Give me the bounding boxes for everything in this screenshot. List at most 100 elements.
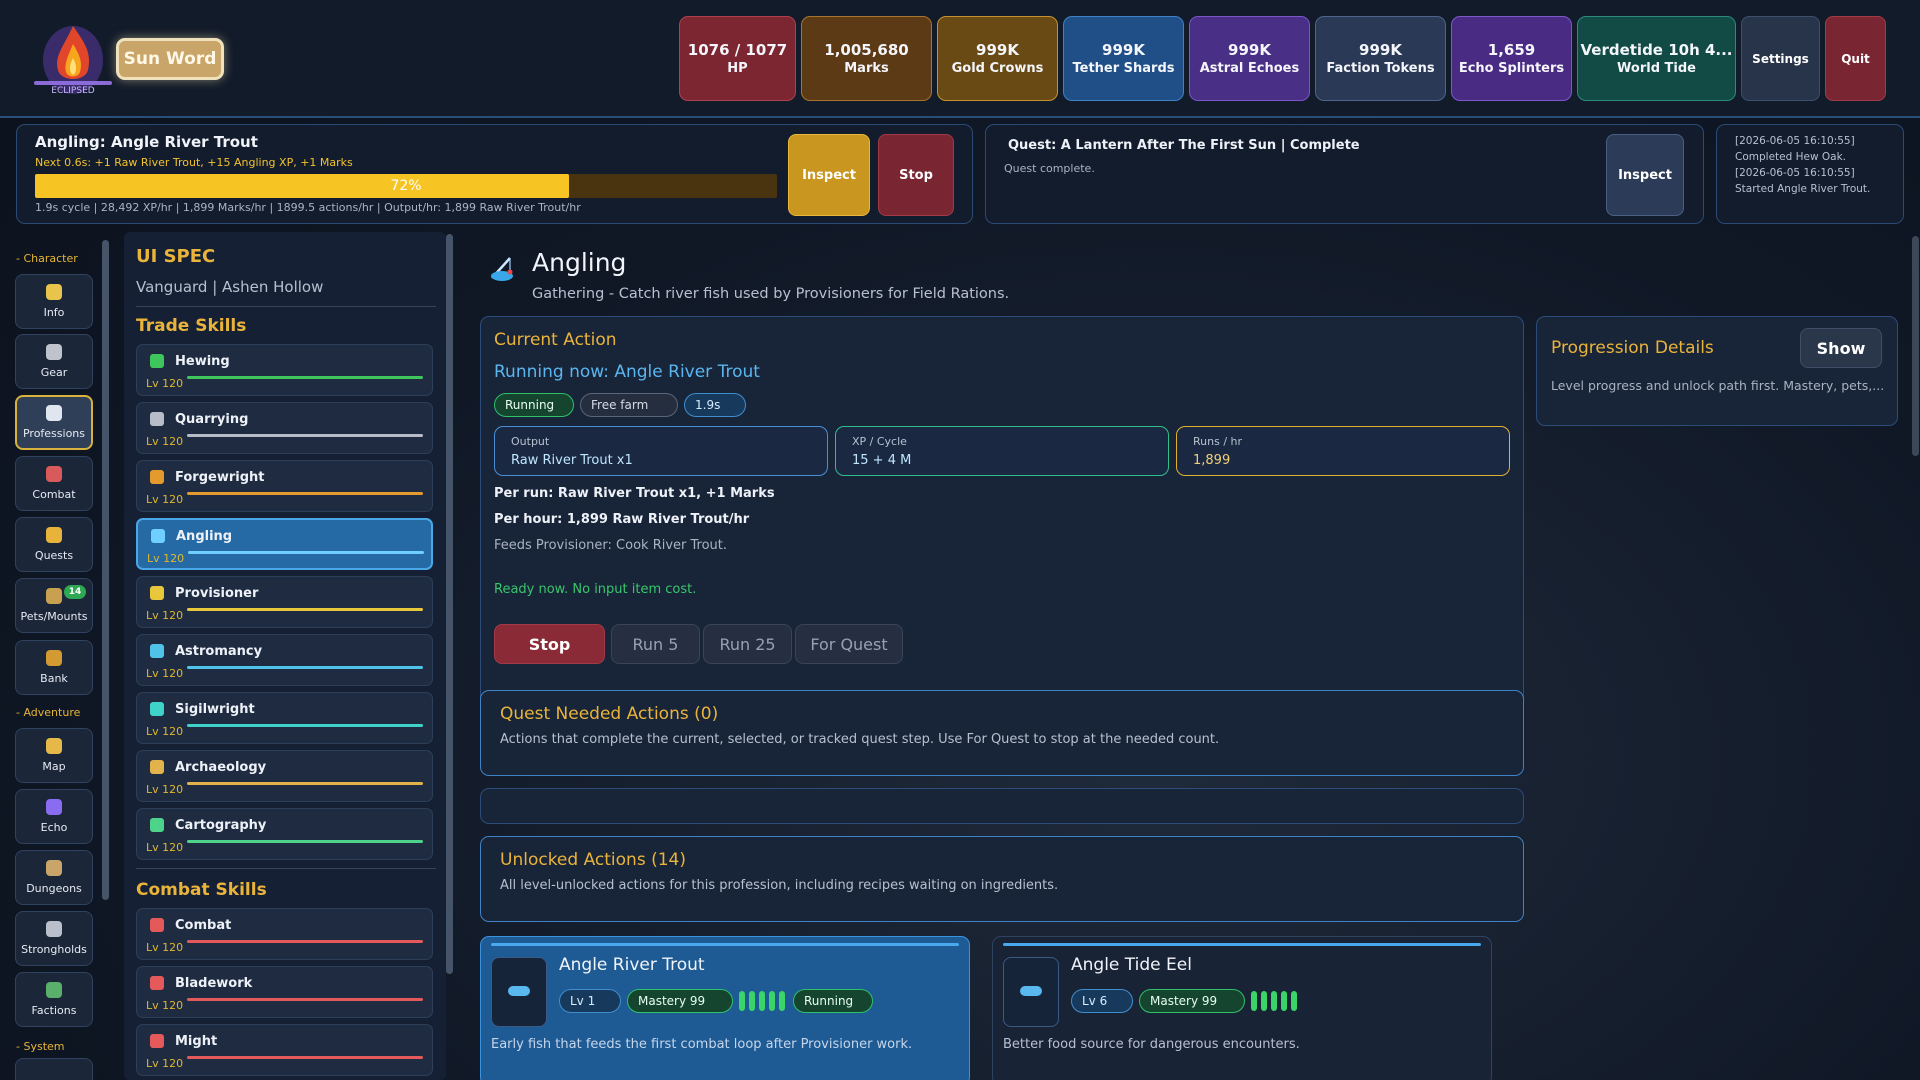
- skill-level: Lv 120: [146, 667, 184, 680]
- stat-gold-crowns[interactable]: 999K Gold Crowns: [937, 16, 1058, 101]
- nav-header-character: - Character: [16, 252, 78, 265]
- flame-caption: ECLIPSED: [51, 86, 95, 96]
- skill-forgewright[interactable]: Forgewright Lv 120: [136, 460, 433, 512]
- skill-quarrying[interactable]: Quarrying Lv 120: [136, 402, 433, 454]
- gear-icon: [46, 344, 62, 360]
- skill-name: Hewing: [175, 354, 230, 369]
- skill-combat[interactable]: Combat Lv 120: [136, 908, 433, 960]
- action-card[interactable]: Angle Tide Eel Lv 6 Mastery 99 Better food …: [992, 936, 1492, 1080]
- mastery-pip: [769, 991, 775, 1011]
- runs-hr-value: 1,899: [1193, 453, 1231, 468]
- stop-button[interactable]: Stop: [494, 624, 605, 664]
- skill-sigilwright[interactable]: Sigilwright Lv 120: [136, 692, 433, 744]
- skill-progress-bar: [187, 492, 423, 495]
- skill-level: Lv 120: [146, 1057, 184, 1070]
- mastery-pip: [759, 991, 765, 1011]
- nav-item-info[interactable]: Info: [15, 274, 93, 329]
- run-25-button[interactable]: Run 25: [703, 624, 792, 664]
- nav-item-bank[interactable]: Bank: [15, 640, 93, 695]
- crossed-swords-icon: [150, 918, 164, 932]
- for-quest-button[interactable]: For Quest: [795, 624, 903, 664]
- stat-marks[interactable]: 1,005,680 Marks: [801, 16, 932, 101]
- stat-label: Gold Crowns: [951, 61, 1044, 76]
- skill-provisioner[interactable]: Provisioner Lv 120: [136, 576, 433, 628]
- xp-cycle-label: XP / Cycle: [852, 435, 907, 448]
- mastery-pip: [749, 991, 755, 1011]
- skill-name: Bladework: [175, 976, 253, 991]
- nav-item-echo[interactable]: Echo: [15, 789, 93, 844]
- profession-subtitle: Gathering - Catch river fish used by Pro…: [532, 286, 1010, 302]
- stat-world-tide[interactable]: Verdetide 10h 4... World Tide: [1577, 16, 1736, 101]
- stat-echo-splinters[interactable]: 1,659 Echo Splinters: [1451, 16, 1572, 101]
- scroll-icon: [46, 527, 62, 543]
- quit-button[interactable]: Quit: [1825, 16, 1886, 101]
- stat-tether-shards[interactable]: 999K Tether Shards: [1063, 16, 1184, 101]
- nav-item-pets-mounts[interactable]: Pets/Mounts 14: [15, 578, 93, 633]
- skill-bladework[interactable]: Bladework Lv 120: [136, 966, 433, 1018]
- nav-item-label: Bank: [40, 672, 68, 685]
- progression-show-button[interactable]: Show: [1800, 328, 1882, 368]
- skill-progress-bar: [187, 840, 423, 843]
- activity-stop-button[interactable]: Stop: [878, 134, 954, 216]
- skill-name: Quarrying: [175, 412, 249, 427]
- stat-value: Verdetide 10h 4...: [1580, 41, 1733, 59]
- quest-inspect-button[interactable]: Inspect: [1606, 134, 1684, 216]
- nav-item-quests[interactable]: Quests: [15, 517, 93, 572]
- nav-scrollbar[interactable]: [102, 240, 109, 900]
- stat-hp[interactable]: 1076 / 1077 HP: [679, 16, 796, 101]
- progression-title: Progression Details: [1551, 338, 1714, 358]
- chest-icon: [46, 650, 62, 666]
- nav-item-strongholds[interactable]: Strongholds: [15, 911, 93, 966]
- action-card-accent: [1003, 943, 1481, 946]
- star-icon: [150, 644, 164, 658]
- skill-level: Lv 120: [146, 841, 184, 854]
- hammer-icon: [150, 470, 164, 484]
- nav-header-adventure: - Adventure: [16, 706, 81, 719]
- skill-level: Lv 120: [146, 725, 184, 738]
- quest-needed-text: Actions that complete the current, selec…: [500, 732, 1220, 747]
- stat-astral-echoes[interactable]: 999K Astral Echoes: [1189, 16, 1310, 101]
- skill-progress-bar: [187, 724, 423, 727]
- nav-item-factions[interactable]: Factions: [15, 972, 93, 1027]
- nav-item-gear[interactable]: Gear: [15, 334, 93, 389]
- skill-name: Provisioner: [175, 586, 259, 601]
- divider: [136, 306, 436, 307]
- sigil-icon: [150, 702, 164, 716]
- skill-cartography[interactable]: Cartography Lv 120: [136, 808, 433, 860]
- skill-might[interactable]: Might Lv 120: [136, 1024, 433, 1076]
- runs-hr-label: Runs / hr: [1193, 435, 1243, 448]
- stat-value: 999K: [1102, 41, 1145, 59]
- nav-system-item[interactable]: [15, 1058, 93, 1080]
- nav-item-label: Info: [43, 306, 65, 319]
- settings-button[interactable]: Settings: [1741, 16, 1820, 101]
- skill-level: Lv 120: [146, 941, 184, 954]
- nav-item-dungeons[interactable]: Dungeons: [15, 850, 93, 905]
- action-level-tag: Lv 6: [1071, 989, 1133, 1013]
- stat-value: 999K: [1359, 41, 1402, 59]
- stat-faction-tokens[interactable]: 999K Faction Tokens: [1315, 16, 1446, 101]
- fishing-rod-icon: [486, 252, 518, 284]
- action-name: Angle Tide Eel: [1071, 955, 1192, 975]
- sun-word-button[interactable]: Sun Word: [116, 38, 224, 80]
- main-scrollbar[interactable]: [1912, 236, 1919, 456]
- mastery-pip: [1271, 991, 1277, 1011]
- nav-item-label: Dungeons: [26, 882, 82, 895]
- action-card[interactable]: Angle River Trout Lv 1 Mastery 99 Running Ea…: [480, 936, 970, 1080]
- runs-hr-box: Runs / hr 1,899: [1176, 426, 1510, 476]
- skill-hewing[interactable]: Hewing Lv 120: [136, 344, 433, 396]
- mastery-pip: [779, 991, 785, 1011]
- nav-item-professions[interactable]: Professions: [15, 395, 93, 450]
- notification-badge: 14: [64, 585, 86, 599]
- skill-list-scrollbar[interactable]: [446, 234, 453, 974]
- mastery-pip: [1291, 991, 1297, 1011]
- nav-item-map[interactable]: Map: [15, 728, 93, 783]
- nav-item-combat[interactable]: Combat: [15, 456, 93, 511]
- run-5-button[interactable]: Run 5: [611, 624, 700, 664]
- nav-item-label: Quests: [34, 549, 74, 562]
- skill-astromancy[interactable]: Astromancy Lv 120: [136, 634, 433, 686]
- skull-icon: [46, 860, 62, 876]
- skill-archaeology[interactable]: Archaeology Lv 120: [136, 750, 433, 802]
- skill-list-heading: UI SPEC: [136, 246, 216, 267]
- activity-inspect-button[interactable]: Inspect: [788, 134, 870, 216]
- skill-angling[interactable]: Angling Lv 120: [136, 518, 433, 570]
